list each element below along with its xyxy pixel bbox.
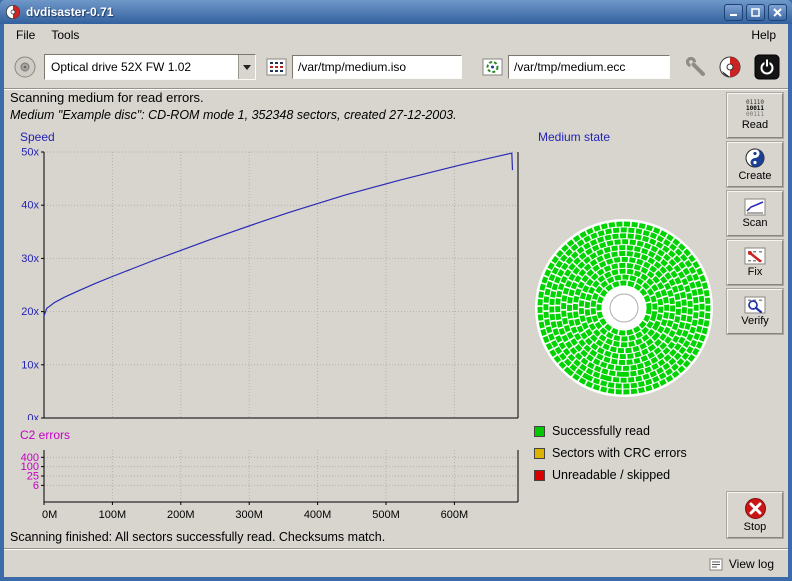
drive-selector-arrow[interactable]: [238, 55, 255, 79]
quit-button[interactable]: [754, 54, 780, 80]
read-button[interactable]: 01110 10011 00111 Read: [727, 93, 783, 138]
fix-button[interactable]: Fix: [727, 240, 783, 285]
image-file-icon: [266, 57, 288, 77]
yin-yang-icon: [744, 147, 766, 169]
legend-label-success: Successfully read: [552, 424, 650, 438]
maximize-icon: [751, 8, 760, 17]
image-file-input[interactable]: [292, 55, 462, 79]
titlebar[interactable]: dvdisaster-0.71: [0, 0, 792, 24]
app-window: dvdisaster-0.71 File Tools Help: [0, 0, 792, 581]
statusbar: View log: [4, 551, 788, 577]
verify-button[interactable]: Verify: [727, 289, 783, 334]
legend-item-unreadable: Unreadable / skipped: [534, 468, 687, 482]
client-area: File Tools Help Optical drive 52X FW 1.0…: [4, 24, 788, 577]
menubar: File Tools Help: [4, 24, 788, 46]
close-button[interactable]: [768, 4, 787, 21]
medium-info: Medium "Example disc": CD-ROM mode 1, 35…: [10, 108, 457, 122]
minimize-icon: [729, 8, 738, 17]
maximize-button[interactable]: [746, 4, 765, 21]
legend-swatch-success: [534, 426, 545, 437]
legend-label-unreadable: Unreadable / skipped: [552, 468, 670, 482]
view-log-button[interactable]: View log: [729, 557, 774, 571]
dvdisaster-logo-icon: [720, 57, 740, 77]
medium-state-label: Medium state: [538, 130, 610, 144]
stop-icon: [744, 497, 767, 520]
stop-button[interactable]: Stop: [727, 492, 783, 538]
read-button-label: Read: [742, 119, 768, 131]
svg-text:40x: 40x: [21, 200, 39, 212]
statusbar-separator: [4, 548, 788, 550]
speed-chart: 0x 10x 20x 30x 40x 50x: [6, 144, 528, 420]
app-logo-icon: [5, 4, 21, 20]
legend-swatch-crc: [534, 448, 545, 459]
scan-button-label: Scan: [742, 217, 767, 229]
svg-text:50x: 50x: [21, 147, 39, 159]
ecc-file-icon: [482, 57, 504, 77]
wrench-icon: [687, 58, 703, 74]
scan-chart-icon: [744, 198, 766, 216]
legend-item-success: Successfully read: [534, 424, 687, 438]
menu-help[interactable]: Help: [743, 25, 784, 45]
preferences-button[interactable]: [684, 55, 708, 79]
legend-label-crc: Sectors with CRC errors: [552, 446, 687, 460]
c2-errors-chart: 4001002560M100M200M300M400M500M600M: [6, 442, 528, 528]
c2-errors-label: C2 errors: [20, 428, 70, 442]
about-button[interactable]: [718, 55, 742, 79]
menu-tools[interactable]: Tools: [43, 25, 87, 45]
minimize-button[interactable]: [724, 4, 743, 21]
toolbar: Optical drive 52X FW 1.02: [4, 46, 788, 88]
svg-text:0x: 0x: [27, 413, 39, 421]
window-title: dvdisaster-0.71: [26, 5, 113, 19]
create-button-label: Create: [738, 170, 771, 182]
scan-button[interactable]: Scan: [727, 191, 783, 236]
svg-text:300M: 300M: [235, 509, 263, 521]
svg-text:400M: 400M: [304, 509, 332, 521]
svg-text:20x: 20x: [21, 306, 39, 318]
view-log-icon: [709, 558, 723, 571]
svg-text:6: 6: [33, 480, 39, 492]
window-controls: [724, 4, 787, 21]
fix-icon: [744, 247, 766, 265]
create-button[interactable]: Create: [727, 142, 783, 187]
speed-chart-label: Speed: [20, 130, 55, 144]
svg-text:10x: 10x: [21, 359, 39, 371]
svg-text:0M: 0M: [42, 509, 57, 521]
svg-text:100M: 100M: [99, 509, 127, 521]
action-title: Scanning medium for read errors.: [10, 90, 204, 105]
legend-item-crc: Sectors with CRC errors: [534, 446, 687, 460]
fix-button-label: Fix: [748, 266, 763, 278]
svg-text:200M: 200M: [167, 509, 195, 521]
verify-button-label: Verify: [741, 315, 769, 327]
legend-swatch-unreadable: [534, 470, 545, 481]
svg-text:500M: 500M: [372, 509, 400, 521]
close-icon: [773, 8, 782, 17]
medium-state-legend: Successfully read Sectors with CRC error…: [534, 424, 687, 482]
menu-file[interactable]: File: [8, 25, 43, 45]
read-icon: 01110 10011 00111: [746, 100, 764, 118]
medium-state-disc: [532, 216, 716, 400]
svg-text:600M: 600M: [441, 509, 469, 521]
drive-selector-value: Optical drive 52X FW 1.02: [45, 55, 238, 79]
verify-icon: [744, 296, 766, 314]
svg-text:30x: 30x: [21, 253, 39, 265]
scan-result-status: Scanning finished: All sectors successfu…: [10, 530, 385, 544]
ecc-file-input[interactable]: [508, 55, 670, 79]
drive-icon: [12, 54, 38, 80]
power-icon: [755, 55, 779, 79]
chevron-down-icon: [243, 65, 251, 70]
stop-button-label: Stop: [744, 521, 767, 533]
drive-selector[interactable]: Optical drive 52X FW 1.02: [44, 54, 256, 80]
